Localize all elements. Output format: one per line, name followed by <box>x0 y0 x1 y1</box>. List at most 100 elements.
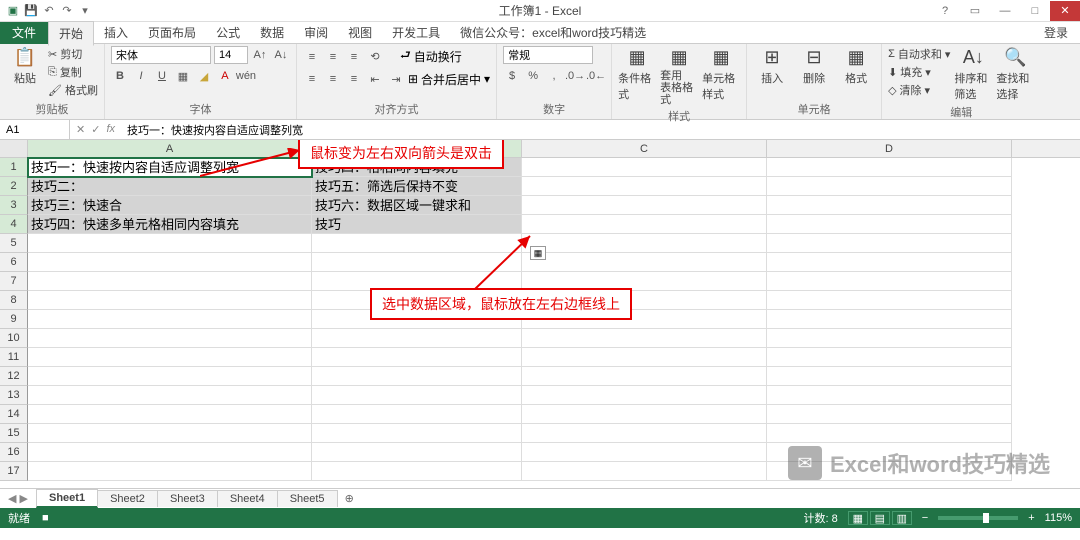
fill-button[interactable]: ⬇ 填充 ▾ <box>888 64 950 80</box>
cell-d2[interactable] <box>767 177 1012 196</box>
cell-c17[interactable] <box>522 462 767 481</box>
align-top-icon[interactable]: ≡ <box>303 48 321 66</box>
cell-a7[interactable] <box>28 272 312 291</box>
cell-a1[interactable]: 技巧一：快速按内容自适应调整列宽 <box>28 158 312 177</box>
cell-d16[interactable] <box>767 443 1012 462</box>
cancel-icon[interactable]: ✕ <box>76 123 85 136</box>
cell-a15[interactable] <box>28 424 312 443</box>
cell-c15[interactable] <box>522 424 767 443</box>
align-left-icon[interactable]: ≡ <box>303 70 321 88</box>
cell-a4[interactable]: 技巧四：快速多单元格相同内容填充 <box>28 215 312 234</box>
grow-font-icon[interactable]: A↑ <box>251 46 269 64</box>
cell-b5[interactable] <box>312 234 522 253</box>
sort-filter-button[interactable]: A↓排序和筛选 <box>954 46 992 102</box>
view-normal-button[interactable]: ▦ <box>848 511 868 525</box>
cell-c2[interactable] <box>522 177 767 196</box>
cell-c5[interactable] <box>522 234 767 253</box>
italic-button[interactable]: I <box>132 67 150 85</box>
tab-layout[interactable]: 页面布局 <box>138 21 206 44</box>
cell-c10[interactable] <box>522 329 767 348</box>
merge-button[interactable]: ⊞ 合并后居中 ▾ <box>408 71 490 88</box>
row-header-17[interactable]: 17 <box>0 462 28 481</box>
painter-button[interactable]: 🖌 格式刷 <box>48 82 98 98</box>
cut-button[interactable]: ✂ 剪切 <box>48 46 98 62</box>
align-bot-icon[interactable]: ≡ <box>345 48 363 66</box>
find-select-button[interactable]: 🔍查找和选择 <box>996 46 1034 102</box>
currency-icon[interactable]: $ <box>503 67 521 85</box>
cell-c6[interactable] <box>522 253 767 272</box>
cell-a16[interactable] <box>28 443 312 462</box>
row-header-3[interactable]: 3 <box>0 196 28 215</box>
cell-c11[interactable] <box>522 348 767 367</box>
font-color-button[interactable]: A <box>216 67 234 85</box>
cell-d13[interactable] <box>767 386 1012 405</box>
add-sheet-button[interactable]: ⊕ <box>337 492 362 505</box>
help-button[interactable]: ? <box>930 1 960 21</box>
row-header-14[interactable]: 14 <box>0 405 28 424</box>
tab-wechat[interactable]: 微信公众号：excel和word技巧精选 <box>450 21 656 44</box>
login-link[interactable]: 登录 <box>1044 24 1080 41</box>
cell-a8[interactable] <box>28 291 312 310</box>
fx-icon[interactable]: fx <box>106 123 115 136</box>
row-header-2[interactable]: 2 <box>0 177 28 196</box>
cell-c12[interactable] <box>522 367 767 386</box>
cell-d9[interactable] <box>767 310 1012 329</box>
cell-d1[interactable] <box>767 158 1012 177</box>
cell-d11[interactable] <box>767 348 1012 367</box>
align-right-icon[interactable]: ≡ <box>345 70 363 88</box>
sheet-tab-4[interactable]: Sheet4 <box>217 490 278 507</box>
col-header-c[interactable]: C <box>522 140 767 157</box>
cell-a6[interactable] <box>28 253 312 272</box>
indent-inc-icon[interactable]: ⇥ <box>387 70 405 88</box>
tab-home[interactable]: 开始 <box>48 21 94 46</box>
font-size-select[interactable]: 14 <box>214 46 248 64</box>
align-center-icon[interactable]: ≡ <box>324 70 342 88</box>
cell-b12[interactable] <box>312 367 522 386</box>
cell-a5[interactable] <box>28 234 312 253</box>
insert-button[interactable]: ⊞插入 <box>753 46 791 86</box>
cell-d17[interactable] <box>767 462 1012 481</box>
cell-d4[interactable] <box>767 215 1012 234</box>
cell-a11[interactable] <box>28 348 312 367</box>
col-header-a[interactable]: A <box>28 140 312 157</box>
cell-c4[interactable] <box>522 215 767 234</box>
wrap-text-button[interactable]: ⮐ 自动换行 <box>400 46 462 67</box>
phonetic-button[interactable]: wén <box>237 67 255 85</box>
cell-a9[interactable] <box>28 310 312 329</box>
bold-button[interactable]: B <box>111 67 129 85</box>
row-header-9[interactable]: 9 <box>0 310 28 329</box>
view-break-button[interactable]: ▥ <box>892 511 912 525</box>
comma-icon[interactable]: , <box>545 67 563 85</box>
cell-c3[interactable] <box>522 196 767 215</box>
font-name-select[interactable]: 宋体 <box>111 46 211 64</box>
status-record-icon[interactable]: ■ <box>42 512 49 524</box>
paste-options-icon[interactable]: ▦ <box>530 246 546 260</box>
view-layout-button[interactable]: ▤ <box>870 511 890 525</box>
maximize-button[interactable]: □ <box>1020 1 1050 21</box>
tab-data[interactable]: 数据 <box>250 21 294 44</box>
tab-insert[interactable]: 插入 <box>94 21 138 44</box>
tab-formulas[interactable]: 公式 <box>206 21 250 44</box>
sheet-tab-5[interactable]: Sheet5 <box>277 490 338 507</box>
tab-view[interactable]: 视图 <box>338 21 382 44</box>
enter-icon[interactable]: ✓ <box>91 123 100 136</box>
cell-b10[interactable] <box>312 329 522 348</box>
cell-d12[interactable] <box>767 367 1012 386</box>
cell-b6[interactable] <box>312 253 522 272</box>
cell-d3[interactable] <box>767 196 1012 215</box>
align-mid-icon[interactable]: ≡ <box>324 48 342 66</box>
format-button[interactable]: ▦格式 <box>837 46 875 86</box>
formula-input[interactable]: 技巧一：快速按内容自适应调整列宽 <box>121 122 1080 138</box>
save-icon[interactable]: 💾 <box>24 4 38 18</box>
row-header-12[interactable]: 12 <box>0 367 28 386</box>
col-header-d[interactable]: D <box>767 140 1012 157</box>
cell-a13[interactable] <box>28 386 312 405</box>
row-header-5[interactable]: 5 <box>0 234 28 253</box>
ribbon-opts-button[interactable]: ▭ <box>960 1 990 21</box>
indent-dec-icon[interactable]: ⇤ <box>366 70 384 88</box>
row-header-15[interactable]: 15 <box>0 424 28 443</box>
cell-c16[interactable] <box>522 443 767 462</box>
fill-color-button[interactable]: ◢ <box>195 67 213 85</box>
tab-review[interactable]: 审阅 <box>294 21 338 44</box>
close-button[interactable]: ✕ <box>1050 1 1080 21</box>
